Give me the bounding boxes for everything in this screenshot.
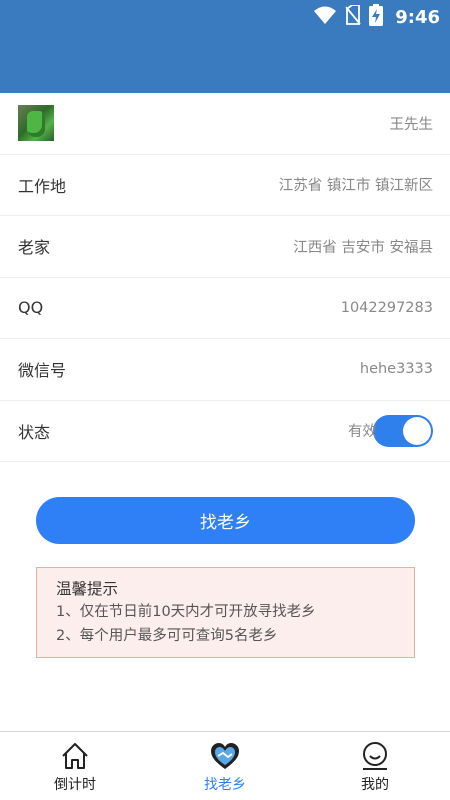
tab-find-townsman-label: 找老乡	[204, 777, 246, 793]
no-sim-icon	[345, 4, 361, 29]
status-time: 9:46	[395, 6, 440, 28]
hometown-value: 江西省 吉安市 安福县	[293, 239, 433, 256]
workplace-value: 江苏省 镇江市 镇江新区	[278, 178, 433, 195]
tab-bar: 倒计时 找老乡 我的	[0, 731, 450, 800]
status-icons: 9:46	[313, 4, 440, 30]
profile-row-qq[interactable]: QQ 1042297283	[0, 278, 450, 339]
tab-mine[interactable]: 我的	[300, 732, 450, 800]
profile-list: 王先生 工作地 江苏省 镇江市 镇江新区 老家 江西省 吉安市 安福县 QQ 1…	[0, 93, 450, 462]
qq-label: QQ	[18, 298, 44, 318]
handshake-heart-icon	[209, 740, 241, 772]
profile-name: 王先生	[389, 116, 434, 133]
battery-charging-icon	[369, 4, 384, 30]
home-icon	[59, 740, 91, 772]
tab-countdown-label: 倒计时	[54, 777, 96, 793]
tips-line-1: 1、仅在节日前10天内才可开放寻找老乡	[56, 604, 316, 620]
wechat-label: 微信号	[18, 361, 67, 381]
tips-line-2: 2、每个用户最多可可查询5名老乡	[56, 628, 278, 644]
qq-value: 1042297283	[340, 299, 433, 316]
profile-row-status: 状态 有效	[0, 401, 450, 462]
toggle-knob	[403, 416, 431, 445]
tab-mine-label: 我的	[361, 777, 389, 793]
tab-find-townsman[interactable]: 找老乡	[150, 732, 300, 800]
wechat-value: hehe3333	[359, 361, 433, 378]
status-value: 有效	[348, 424, 377, 441]
profile-face-icon	[359, 740, 391, 772]
hometown-label: 老家	[18, 238, 51, 258]
status-toggle-group: 有效	[348, 414, 433, 447]
profile-row-hometown[interactable]: 老家 江西省 吉安市 安福县	[0, 216, 450, 278]
profile-row-workplace[interactable]: 工作地 江苏省 镇江市 镇江新区	[0, 155, 450, 216]
status-label: 状态	[18, 422, 51, 442]
tab-countdown[interactable]: 倒计时	[0, 732, 150, 800]
workplace-label: 工作地	[18, 176, 67, 196]
status-toggle[interactable]	[373, 414, 433, 447]
wifi-icon	[313, 5, 337, 29]
status-bar: 9:46	[0, 0, 450, 93]
tips-title: 温馨提示	[56, 580, 119, 598]
avatar	[18, 105, 54, 142]
profile-row-wechat[interactable]: 微信号 hehe3333	[0, 339, 450, 401]
tips-box: 温馨提示 1、仅在节日前10天内才可开放寻找老乡 2、每个用户最多可可查询5名老…	[36, 567, 415, 658]
profile-row-avatar[interactable]: 王先生	[0, 93, 450, 155]
find-townsman-button[interactable]: 找老乡	[36, 497, 415, 544]
